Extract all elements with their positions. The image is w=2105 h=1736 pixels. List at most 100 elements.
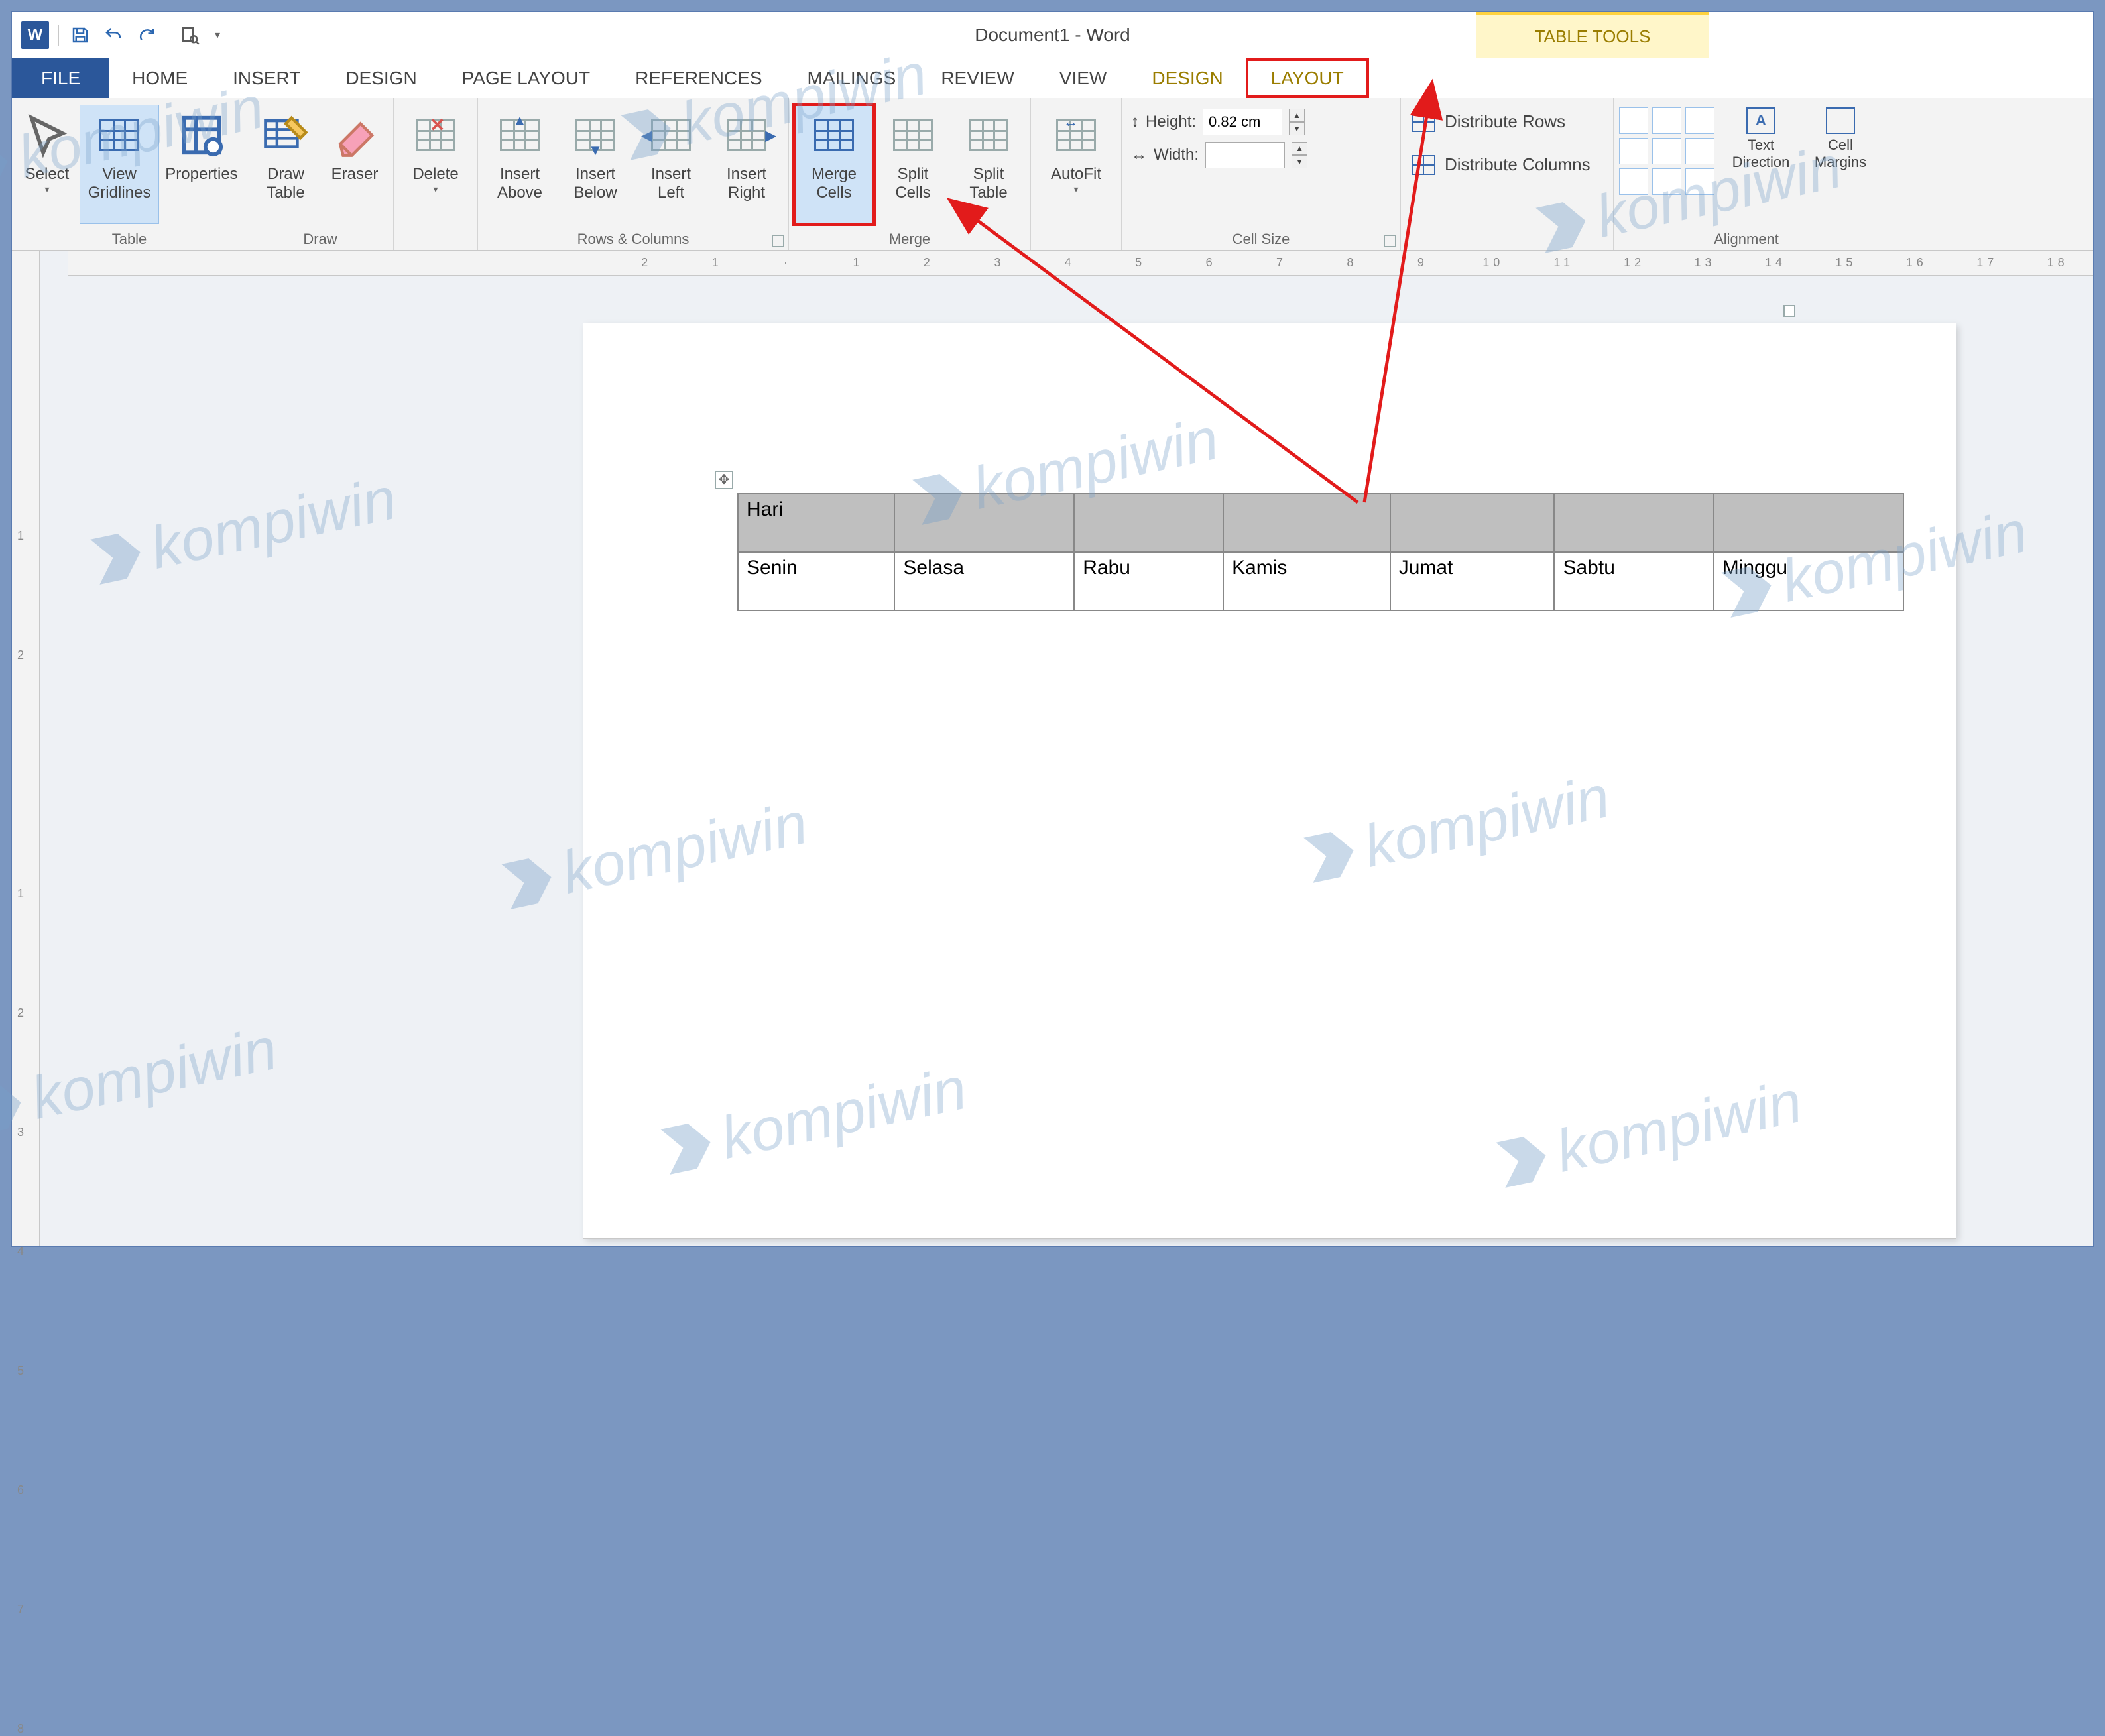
table-cell[interactable] [1074,494,1223,552]
text-direction-button[interactable]: AText Direction [1728,107,1794,171]
tab-file[interactable]: FILE [12,58,109,98]
table-resize-handle-icon[interactable] [1783,305,1795,317]
draw-table-button[interactable]: Draw Table [253,105,319,224]
group-caption-table: Table [12,229,247,250]
split-table-icon [965,112,1012,158]
width-spin-up[interactable]: ▲ [1292,142,1307,155]
tab-mailings[interactable]: MAILINGS [785,58,919,98]
table-cell[interactable] [1714,494,1903,552]
table-cell[interactable]: Jumat [1390,552,1555,610]
group-draw: Draw Table Eraser Draw [247,98,394,250]
tab-view[interactable]: VIEW [1037,58,1130,98]
align-middle-left[interactable] [1619,138,1648,164]
undo-icon[interactable] [101,23,125,47]
distribute-rows-button[interactable]: Distribute Rows [1412,111,1565,132]
draw-table-icon [263,112,309,158]
height-spin-down[interactable]: ▼ [1289,122,1305,135]
align-middle-right[interactable] [1685,138,1714,164]
dialog-launcher-icon[interactable] [772,235,784,247]
word-app-icon: W [21,21,49,49]
group-alignment: AText Direction Cell Margins Alignment [1614,98,1879,250]
table-cell[interactable]: Hari [738,494,894,552]
table-cell[interactable]: Selasa [894,552,1074,610]
table-row[interactable]: Hari [738,494,1903,552]
insert-left-button[interactable]: ◀ Insert Left [634,105,707,224]
dialog-launcher-icon[interactable] [1384,235,1396,247]
table-cell[interactable] [1554,494,1713,552]
group-caption-draw: Draw [247,229,393,250]
horizontal-ruler[interactable]: 21·123456789101112131415161718 [68,251,2093,276]
split-cells-icon [890,112,936,158]
merge-cells-button[interactable]: Merge Cells [794,105,874,224]
tab-table-design[interactable]: DESIGN [1129,58,1245,98]
view-gridlines-button[interactable]: View Gridlines [80,105,159,224]
table-cell[interactable]: Senin [738,552,894,610]
insert-left-icon: ◀ [648,112,694,158]
redo-icon[interactable] [135,23,158,47]
select-button[interactable]: Select▾ [17,105,77,224]
align-bottom-right[interactable] [1685,168,1714,195]
height-input[interactable] [1203,109,1282,135]
align-top-center[interactable] [1652,107,1681,134]
table-row[interactable]: SeninSelasaRabuKamisJumatSabtuMinggu [738,552,1903,610]
autofit-button[interactable]: ↔ AutoFit▾ [1036,105,1116,224]
split-table-button[interactable]: Split Table [952,105,1025,224]
eraser-button[interactable]: Eraser [322,105,388,224]
distribute-columns-button[interactable]: Distribute Columns [1412,154,1591,175]
ribbon-body: Select▾ View Gridlines Properties Table [12,98,2093,251]
insert-right-button[interactable]: ▶ Insert Right [710,105,783,224]
tab-references[interactable]: REFERENCES [613,58,784,98]
save-icon[interactable] [68,23,92,47]
insert-below-button[interactable]: ▼ Insert Below [559,105,632,224]
height-icon: ↕ [1131,113,1139,131]
table-cell[interactable]: Kamis [1223,552,1390,610]
tab-home[interactable]: HOME [109,58,210,98]
distribute-rows-icon [1412,112,1435,132]
tab-table-layout[interactable]: LAYOUT [1246,58,1369,98]
table-cell[interactable]: Minggu [1714,552,1903,610]
tab-insert[interactable]: INSERT [210,58,323,98]
insert-above-button[interactable]: ▲ Insert Above [483,105,556,224]
table-cell[interactable]: Sabtu [1554,552,1713,610]
group-autofit: ↔ AutoFit▾ [1031,98,1122,250]
tab-design[interactable]: DESIGN [323,58,439,98]
gridlines-icon [96,112,143,158]
group-merge: Merge Cells Split Cells Split Table Merg… [789,98,1031,250]
insert-right-icon: ▶ [723,112,770,158]
align-bottom-left[interactable] [1619,168,1648,195]
tab-page-layout[interactable]: PAGE LAYOUT [440,58,613,98]
align-top-left[interactable] [1619,107,1648,134]
align-middle-center[interactable] [1652,138,1681,164]
group-caption-merge: Merge [789,229,1030,250]
group-delete: ✕ Delete▾ [394,98,478,250]
properties-button[interactable]: Properties [162,105,241,224]
print-preview-icon[interactable] [178,23,202,47]
properties-icon [178,112,225,158]
height-spin-up[interactable]: ▲ [1289,109,1305,122]
qat-separator [58,25,59,46]
group-caption-cell-size: Cell Size [1122,229,1400,250]
qat-customize-icon[interactable]: ▾ [211,23,224,47]
table-cell[interactable]: Rabu [1074,552,1223,610]
group-cell-size: ↕ Height: ▲▼ ↔ Width: ▲▼ Cell Size [1122,98,1401,250]
tab-review[interactable]: REVIEW [918,58,1036,98]
autofit-icon: ↔ [1053,112,1099,158]
delete-button[interactable]: ✕ Delete▾ [399,105,472,224]
vertical-ruler[interactable]: 1212345678 [12,251,40,1246]
height-label: Height: [1146,113,1196,131]
table-cell[interactable] [1390,494,1555,552]
width-input[interactable] [1205,142,1285,168]
document-table[interactable]: Hari SeninSelasaRabuKamisJumatSabtuMingg… [737,493,1904,611]
group-caption-rows-cols: Rows & Columns [478,229,788,250]
table-tools-contextual-header: TABLE TOOLS [1476,12,1709,58]
document-page[interactable]: ✥ Hari SeninSelasaRabuKamisJumatSabtuMin… [583,323,1956,1238]
table-cell[interactable] [894,494,1074,552]
align-top-right[interactable] [1685,107,1714,134]
width-spin-down[interactable]: ▼ [1292,155,1307,168]
cell-margins-button[interactable]: Cell Margins [1807,107,1874,171]
table-move-handle-icon[interactable]: ✥ [715,471,733,489]
split-cells-button[interactable]: Split Cells [876,105,949,224]
merge-cells-icon [811,112,857,158]
table-cell[interactable] [1223,494,1390,552]
align-bottom-center[interactable] [1652,168,1681,195]
